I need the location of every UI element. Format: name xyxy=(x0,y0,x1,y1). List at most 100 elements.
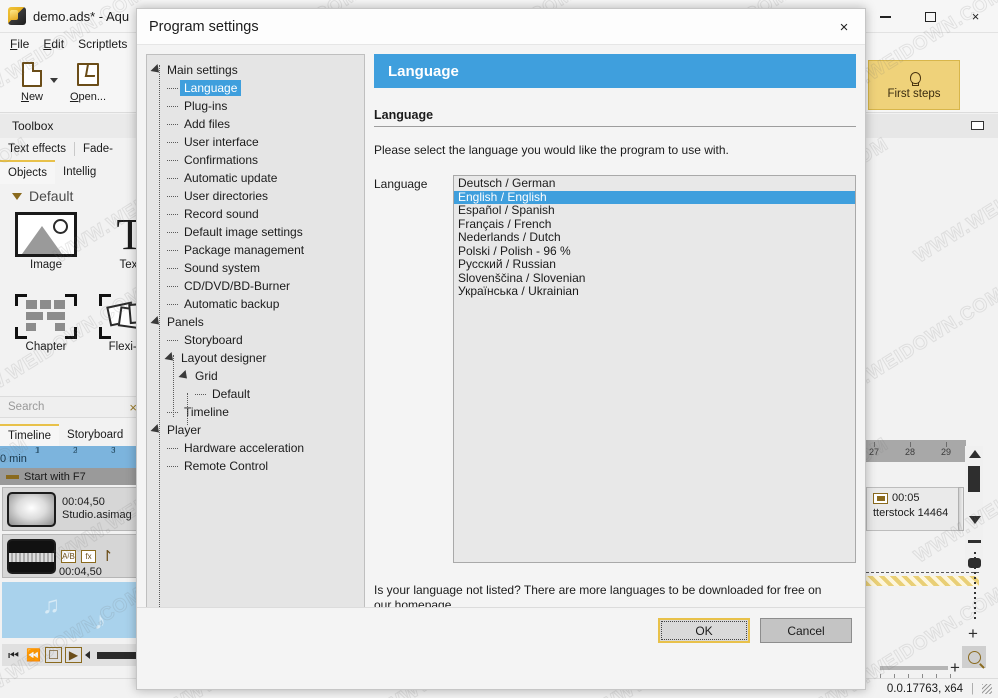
toolbox-search-bar[interactable]: Search × xyxy=(0,396,145,418)
tree-connector-icon xyxy=(167,195,178,197)
language-option[interactable]: Polski / Polish - 96 % xyxy=(454,244,855,259)
skip-start-icon[interactable]: ⏮ xyxy=(5,647,22,663)
settings-tree[interactable]: Main settings Language Plug-ins Add files Us… xyxy=(146,54,365,642)
minimize-button[interactable] xyxy=(863,0,908,33)
horizontal-zoom-slider[interactable] xyxy=(880,666,948,670)
tree-item-plug-ins[interactable]: Plug-ins xyxy=(147,97,364,115)
menu-item-scriptlets[interactable]: Scriptlets xyxy=(78,37,127,51)
expand-triangle-icon[interactable] xyxy=(164,351,177,365)
scroll-up-icon[interactable] xyxy=(969,450,981,458)
tree-item-confirmations[interactable]: Confirmations xyxy=(147,151,364,169)
scrollbar-thumb[interactable] xyxy=(968,466,980,492)
scroll-down-icon[interactable] xyxy=(969,516,981,524)
scrub-bar[interactable] xyxy=(97,651,137,659)
right-timeline-clip[interactable]: 00:05 tterstock 14464 xyxy=(866,487,962,531)
zoom-slider-knob[interactable] xyxy=(968,558,981,568)
tree-item-default-image-settings[interactable]: Default image settings xyxy=(147,223,364,241)
zoom-in-icon[interactable]: + xyxy=(968,625,978,642)
ribbon-open-button[interactable]: Open... xyxy=(62,59,114,103)
language-option[interactable]: Українська / Ukrainian xyxy=(454,284,855,299)
tab-intelligent[interactable]: Intellig xyxy=(55,160,104,184)
tab-storyboard[interactable]: Storyboard xyxy=(59,424,131,446)
language-option[interactable]: Deutsch / German xyxy=(454,176,855,191)
resize-grip-icon[interactable] xyxy=(982,683,992,694)
expand-triangle-icon[interactable] xyxy=(178,369,191,383)
language-option[interactable]: Français / French xyxy=(454,217,855,232)
object-image[interactable]: Image xyxy=(10,212,82,271)
expand-triangle-icon[interactable] xyxy=(150,63,163,77)
timeline-start-row[interactable]: Start with F7 xyxy=(0,468,145,485)
clip-resize-handle[interactable] xyxy=(958,487,964,531)
toolbox-header: Toolbox xyxy=(0,114,145,138)
tree-item-cd-dvd-bd-burner[interactable]: CD/DVD/BD-Burner xyxy=(147,277,364,295)
tree-item-add-files[interactable]: Add files xyxy=(147,115,364,133)
language-option[interactable]: Slovenščina / Slovenian xyxy=(454,271,855,286)
tree-connector-icon xyxy=(167,123,178,125)
language-option[interactable]: Русский / Russian xyxy=(454,257,855,272)
tree-item-automatic-update[interactable]: Automatic update xyxy=(147,169,364,187)
timeline-vertical-scrollbar[interactable] xyxy=(965,446,983,566)
zoom-fit-button[interactable] xyxy=(962,646,986,668)
tree-item-sound-system[interactable]: Sound system xyxy=(147,259,364,277)
tree-item-storyboard[interactable]: Storyboard xyxy=(147,331,364,349)
menu-item-file[interactable]: File xyxy=(10,37,29,51)
tree-item-user-interface[interactable]: User interface xyxy=(147,133,364,151)
tab-timeline[interactable]: Timeline xyxy=(0,424,60,446)
scrub-left-icon[interactable] xyxy=(85,651,90,659)
tree-item-package-management[interactable]: Package management xyxy=(147,241,364,259)
tree-item-user-directories[interactable]: User directories xyxy=(147,187,364,205)
tree-item-language[interactable]: Language xyxy=(147,79,364,97)
tab-objects[interactable]: Objects xyxy=(0,160,55,184)
expand-triangle-icon[interactable] xyxy=(150,315,163,329)
menu-item-edit[interactable]: Edit xyxy=(43,37,64,51)
timeline-clip-1[interactable]: 00:04,50 Studio.asimag xyxy=(2,487,143,531)
new-dropdown-caret-icon[interactable] xyxy=(50,78,58,83)
ab-blend-icon[interactable]: A / B xyxy=(61,549,76,563)
dialog-close-button[interactable]: × xyxy=(823,9,865,45)
tree-item-player[interactable]: Player xyxy=(147,421,364,439)
tree-connector-icon xyxy=(195,393,206,395)
zoom-out-icon[interactable] xyxy=(968,540,981,543)
app-close-button[interactable]: × xyxy=(953,0,998,33)
fit-view-icon[interactable]: ☐ xyxy=(45,647,62,663)
tree-item-label: Layout designer xyxy=(181,351,267,365)
maximize-button[interactable] xyxy=(908,0,953,33)
timeline-clip-2[interactable]: A / B fx ↾ 00:04,50 xyxy=(2,534,143,578)
tree-item-grid[interactable]: Grid xyxy=(147,367,364,385)
language-option[interactable]: English / English xyxy=(454,190,855,204)
cancel-button[interactable]: Cancel xyxy=(760,618,852,643)
fx-icon[interactable]: fx xyxy=(81,549,96,563)
curve-icon[interactable]: ↾ xyxy=(101,547,114,565)
dialog-footer: OK Cancel xyxy=(137,607,865,653)
tab-fades[interactable]: Fade- xyxy=(75,138,121,160)
tree-item-main-settings[interactable]: Main settings xyxy=(147,61,364,79)
panel-restore-icon[interactable] xyxy=(971,121,984,130)
language-field-row: Language Deutsch / German English / Engli… xyxy=(374,175,856,563)
tree-item-default[interactable]: Default xyxy=(147,385,364,403)
object-chapter[interactable]: Chapter xyxy=(10,294,82,353)
tree-item-timeline[interactable]: Timeline xyxy=(147,403,364,421)
tree-item-remote-control[interactable]: Remote Control xyxy=(147,457,364,475)
step-back-icon[interactable]: ⏪ xyxy=(25,647,42,663)
tab-text-effects[interactable]: Text effects xyxy=(0,138,74,160)
object-group-default[interactable]: Default xyxy=(0,184,145,208)
first-steps-button[interactable]: First steps xyxy=(868,60,960,110)
tree-item-hardware-acceleration[interactable]: Hardware acceleration xyxy=(147,439,364,457)
language-option[interactable]: Nederlands / Dutch xyxy=(454,230,855,245)
expand-triangle-icon[interactable] xyxy=(150,423,163,437)
tree-item-automatic-backup[interactable]: Automatic backup xyxy=(147,295,364,313)
horizontal-zoom-in-icon[interactable]: + xyxy=(950,659,960,676)
language-listbox[interactable]: Deutsch / German English / English Español… xyxy=(453,175,856,563)
right-timeline-ruler[interactable]: 27 28 29 xyxy=(866,440,966,462)
ok-button[interactable]: OK xyxy=(658,618,750,643)
timeline-audio-track[interactable]: ♫ ♪ xyxy=(2,582,143,638)
tree-item-label: Grid xyxy=(195,369,218,383)
tree-item-record-sound[interactable]: Record sound xyxy=(147,205,364,223)
timeline-ruler[interactable]: 1 2 3 0 min xyxy=(0,446,145,468)
tree-item-layout-designer[interactable]: Layout designer xyxy=(147,349,364,367)
tree-item-panels[interactable]: Panels xyxy=(147,313,364,331)
search-input[interactable]: Search xyxy=(8,401,44,413)
language-option[interactable]: Español / Spanish xyxy=(454,203,855,218)
minimize-icon xyxy=(880,15,891,18)
play-region-icon[interactable]: ▶ xyxy=(65,647,82,663)
